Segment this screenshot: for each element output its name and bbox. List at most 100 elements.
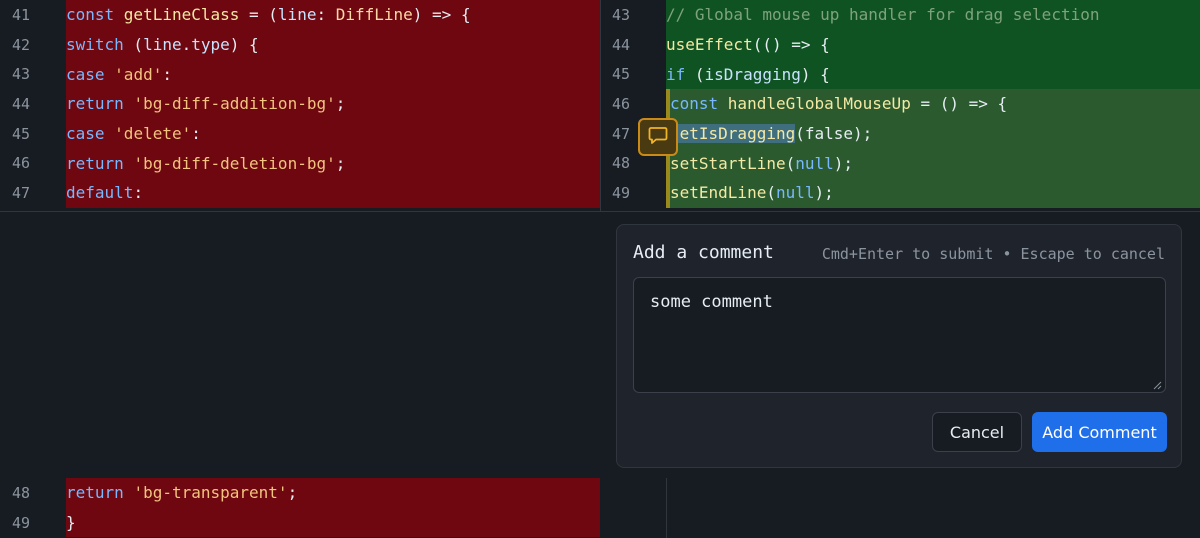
line-number: 43 bbox=[600, 0, 666, 30]
code-token: (() => { bbox=[752, 35, 830, 55]
code-token: = ( bbox=[239, 5, 278, 25]
code-token: DiffLine bbox=[335, 5, 413, 25]
line-number: 43 bbox=[0, 59, 66, 90]
code-token: (false); bbox=[795, 124, 873, 144]
code-token: return bbox=[66, 153, 134, 173]
code-token: = () => { bbox=[910, 94, 1008, 114]
diff-line[interactable]: 43 // Global mouse up handler for drag s… bbox=[600, 0, 1200, 30]
diff-left-bottom: 48 return 'bg-transparent'; 49 } bbox=[0, 478, 600, 538]
cancel-button[interactable]: Cancel bbox=[932, 412, 1022, 452]
code-text: return 'bg-diff-deletion-bg'; bbox=[66, 148, 600, 179]
line-number: 45 bbox=[0, 118, 66, 149]
diff-line[interactable]: 42 switch (line. type) { bbox=[0, 29, 600, 60]
code-token: ; bbox=[335, 94, 346, 114]
code-token: line bbox=[143, 35, 182, 55]
code-token: ( bbox=[685, 64, 705, 84]
code-token: isDragging bbox=[704, 64, 801, 84]
diff-line[interactable]: 48 setStartLine(null); bbox=[600, 148, 1200, 179]
line-number-gutter bbox=[600, 478, 666, 508]
code-token: : bbox=[191, 124, 201, 144]
line-number: 49 bbox=[600, 178, 666, 208]
code-token: 'bg-transparent' bbox=[133, 483, 288, 503]
code-text: const getLineClass = (line: DiffLine) =>… bbox=[66, 0, 600, 30]
diff-line[interactable]: 46 const handleGlobalMouseUp = () => { bbox=[600, 89, 1200, 119]
code-token: case bbox=[66, 124, 115, 144]
keyboard-hint: Cmd+Enter to submit • Escape to cancel bbox=[821, 245, 1165, 263]
line-number: 46 bbox=[0, 148, 66, 179]
comment-icon bbox=[647, 124, 669, 150]
diff-line[interactable]: 41 const getLineClass = (line: DiffLine)… bbox=[0, 0, 600, 30]
code-token: switch bbox=[66, 35, 124, 55]
code-token: . bbox=[181, 35, 192, 55]
code-text: switch (line. type) { bbox=[66, 29, 600, 60]
code-text: // Global mouse up handler for drag sele… bbox=[666, 0, 1200, 30]
code-text: } bbox=[66, 507, 600, 538]
diff-right-top: 43 // Global mouse up handler for drag s… bbox=[600, 0, 1200, 212]
code-token: ; bbox=[287, 483, 298, 503]
code-token: ) => { bbox=[412, 5, 471, 25]
code-token: : bbox=[316, 5, 336, 25]
code-text: case 'add': bbox=[66, 59, 600, 90]
diff-line[interactable]: 44 return 'bg-diff-addition-bg'; bbox=[0, 89, 600, 119]
code-token: null bbox=[775, 183, 815, 203]
add-comment-gutter-button[interactable] bbox=[638, 118, 678, 156]
code-token: 'bg-diff-addition-bg' bbox=[133, 94, 336, 114]
diff-line[interactable]: 43 case 'add': bbox=[0, 59, 600, 90]
code-text: return 'bg-diff-addition-bg'; bbox=[66, 89, 600, 119]
resize-handle-icon[interactable] bbox=[1152, 380, 1162, 390]
code-text: return 'bg-transparent'; bbox=[66, 478, 600, 508]
code-token: const bbox=[66, 5, 124, 25]
comment-textarea[interactable]: some comment bbox=[633, 277, 1166, 393]
code-text: setIsDragging (false); bbox=[666, 118, 1200, 149]
code-token: ( bbox=[123, 35, 144, 55]
comment-dialog: Add a comment Cmd+Enter to submit • Esca… bbox=[616, 224, 1182, 468]
diff-line[interactable]: 47 setIsDragging (false); bbox=[600, 118, 1200, 149]
add-comment-button[interactable]: Add Comment bbox=[1032, 412, 1167, 452]
code-token: 'delete' bbox=[114, 124, 192, 144]
diff-line[interactable]: 48 return 'bg-transparent'; bbox=[0, 478, 600, 508]
diff-line[interactable]: 45 if (isDragging) { bbox=[600, 59, 1200, 90]
code-text: if (isDragging) { bbox=[666, 59, 1200, 90]
code-token: ) { bbox=[229, 35, 259, 55]
code-token: ); bbox=[833, 153, 854, 173]
code-token: setStartLine bbox=[670, 153, 786, 173]
code-token: ( bbox=[785, 153, 796, 173]
line-number: 44 bbox=[600, 29, 666, 60]
diff-line[interactable]: 44 useEffect(() => { bbox=[600, 29, 1200, 60]
code-token: ); bbox=[814, 183, 834, 203]
code-token: useEffect bbox=[666, 35, 753, 55]
diff-right-bottom bbox=[600, 478, 1200, 538]
line-number: 44 bbox=[0, 89, 66, 119]
line-number: 48 bbox=[0, 478, 66, 508]
code-text: setEndLine(null); bbox=[666, 178, 1200, 208]
code-token: return bbox=[66, 483, 134, 503]
code-token: setEndLine bbox=[670, 183, 767, 203]
code-token: ; bbox=[335, 153, 346, 173]
code-token: 'add' bbox=[114, 64, 163, 84]
code-token: type bbox=[191, 35, 230, 55]
line-number: 45 bbox=[600, 59, 666, 90]
code-token: ( bbox=[766, 183, 776, 203]
code-token: } bbox=[66, 513, 76, 533]
selected-token: setIsDragging bbox=[670, 124, 796, 144]
diff-line[interactable]: 49 setEndLine(null); bbox=[600, 178, 1200, 208]
code-token: : bbox=[162, 64, 172, 84]
comment-dialog-title: Add a comment bbox=[633, 242, 774, 263]
code-token: null bbox=[795, 153, 834, 173]
line-number: 42 bbox=[0, 29, 66, 60]
diff-line[interactable]: 46 return 'bg-diff-deletion-bg'; bbox=[0, 148, 600, 179]
diff-line[interactable]: 45 case 'delete': bbox=[0, 118, 600, 149]
code-token: case bbox=[66, 64, 115, 84]
diff-left-top: 41 const getLineClass = (line: DiffLine)… bbox=[0, 0, 600, 212]
code-token: const bbox=[670, 94, 728, 114]
line-number: 49 bbox=[0, 507, 66, 538]
line-number: 46 bbox=[600, 89, 666, 119]
code-text: const handleGlobalMouseUp = () => { bbox=[666, 89, 1200, 119]
code-text: default: bbox=[66, 178, 600, 208]
code-token: getLineClass bbox=[123, 5, 240, 25]
diff-line[interactable]: 49 } bbox=[0, 507, 600, 538]
code-token: 'bg-diff-deletion-bg' bbox=[133, 153, 336, 173]
split-divider bbox=[600, 0, 601, 212]
code-token: if bbox=[666, 64, 686, 84]
diff-line[interactable]: 47 default: bbox=[0, 178, 600, 208]
